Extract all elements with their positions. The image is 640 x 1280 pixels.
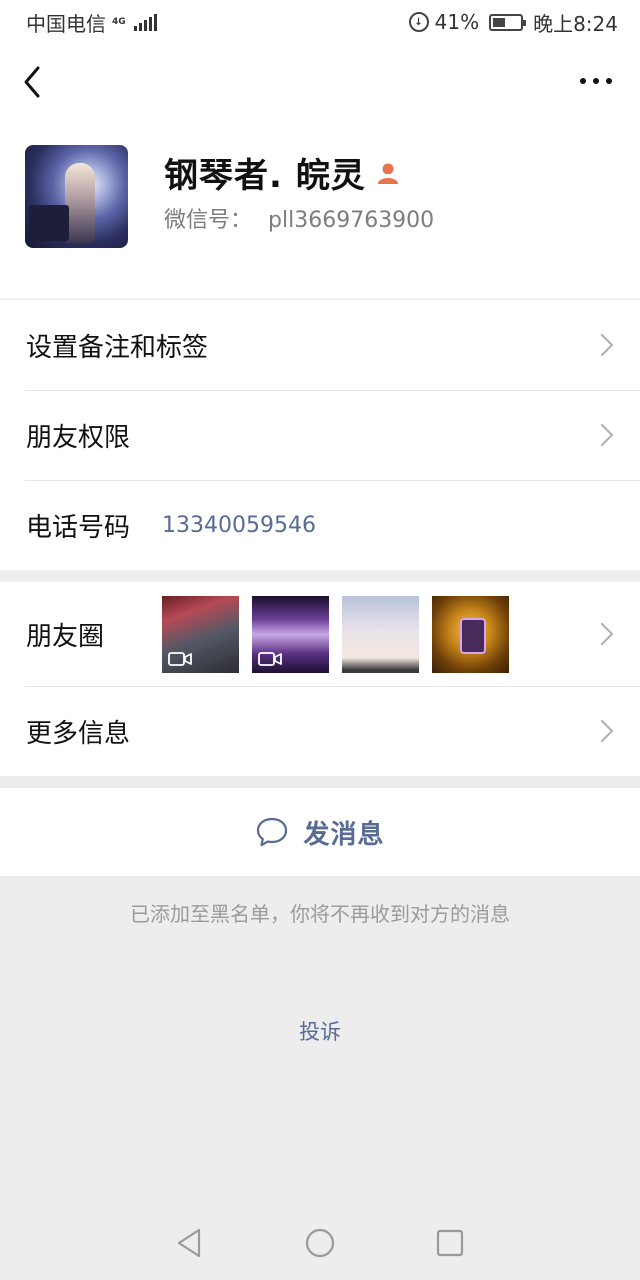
nickname: 钢琴者. 皖灵 <box>164 156 366 196</box>
friend-permission-label: 朋友权限 <box>26 422 131 453</box>
nickname-row: 钢琴者. 皖灵 <box>164 148 400 197</box>
phone-number-link[interactable]: 13340059546 <box>162 513 316 538</box>
moments-thumbnails <box>162 595 509 673</box>
more-info-label: 更多信息 <box>26 718 131 749</box>
chevron-right-icon <box>600 719 614 743</box>
friend-permission-row[interactable]: 朋友权限 <box>0 390 640 480</box>
system-nav-bar <box>0 1206 640 1280</box>
settings-list: 设置备注和标签 朋友权限 电话号码 13340059546 <box>0 299 640 570</box>
chevron-right-icon <box>600 333 614 357</box>
phone-row: 电话号码 13340059546 <box>0 480 640 570</box>
complain-link[interactable]: 投诉 <box>0 1016 640 1046</box>
signal-icon <box>133 13 157 31</box>
wechat-id-value: pll3669763900 <box>268 208 435 233</box>
home-circle-icon[interactable] <box>303 1226 337 1260</box>
battery-percent: 41% <box>434 10 480 34</box>
info-list: 朋友圈 更多信息 <box>0 582 640 776</box>
battery-icon <box>489 13 527 31</box>
status-bar: 中国电信 4G ↓ 41% 晚上8:24 <box>0 0 640 44</box>
more-info-row[interactable]: 更多信息 <box>0 686 640 776</box>
video-camera-icon <box>258 651 282 666</box>
chat-bubble-icon <box>257 817 288 847</box>
blacklist-notice: 已添加至黑名单，你将不再收到对方的消息 <box>130 902 510 926</box>
remark-tags-row[interactable]: 设置备注和标签 <box>0 300 640 390</box>
profile-header: 钢琴者. 皖灵 微信号： pll3669763900 <box>0 120 640 298</box>
wechat-id: 微信号： pll3669763900 <box>164 202 434 234</box>
recents-square-icon[interactable] <box>433 1226 467 1260</box>
send-message-label: 发消息 <box>303 819 385 850</box>
remark-tags-label: 设置备注和标签 <box>26 332 209 363</box>
moments-thumbnail <box>432 595 509 673</box>
back-triangle-icon[interactable] <box>173 1226 207 1260</box>
moments-label: 朋友圈 <box>26 621 105 652</box>
status-right: ↓ 41% 晚上8:24 <box>408 8 618 37</box>
chevron-right-icon <box>600 423 614 447</box>
video-camera-icon <box>168 651 192 666</box>
nav-bar <box>0 44 640 120</box>
moments-thumbnail <box>252 595 329 673</box>
clock: 晚上8:24 <box>533 11 618 36</box>
chevron-right-icon <box>600 622 614 646</box>
moments-row[interactable]: 朋友圈 <box>0 582 640 686</box>
phone-label: 电话号码 <box>26 512 131 543</box>
moments-thumbnail <box>342 595 419 673</box>
chevron-left-icon[interactable] <box>20 64 48 100</box>
female-user-icon <box>377 163 398 184</box>
status-left: 中国电信 4G <box>26 8 157 37</box>
carrier-label: 中国电信 <box>26 11 106 36</box>
data-saver-icon: ↓ <box>408 12 429 32</box>
avatar[interactable] <box>25 145 128 248</box>
send-message-button[interactable]: 发消息 <box>0 788 640 876</box>
wechat-id-label: 微信号： <box>164 208 253 233</box>
network-label: 4G <box>112 16 126 27</box>
more-dots-icon[interactable] <box>580 74 612 88</box>
moments-thumbnail <box>162 595 239 673</box>
